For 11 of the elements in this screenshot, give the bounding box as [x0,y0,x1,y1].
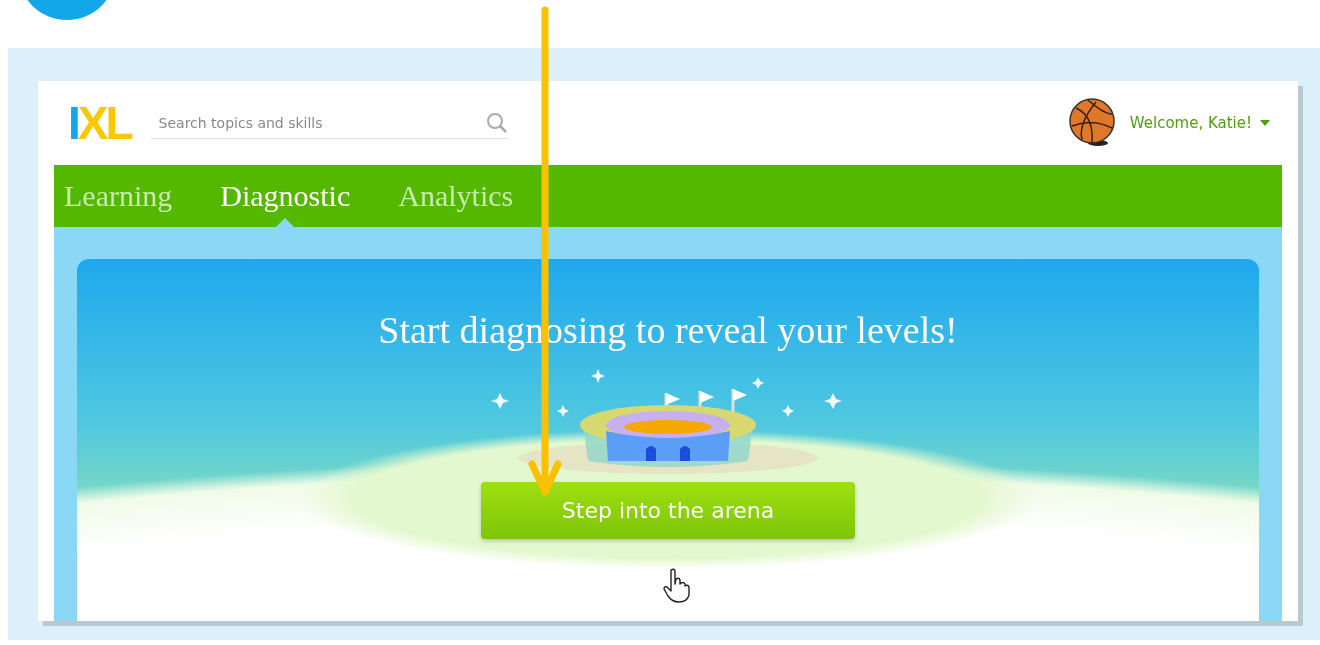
step-into-arena-button[interactable]: Step into the arena [481,482,855,539]
nav-tab[interactable]: Diagnostic [220,165,351,227]
caret-icon [1260,120,1270,126]
logo[interactable]: IXL [68,103,131,143]
search-field[interactable]: Search topics and skills [150,107,508,139]
nav-tab[interactable]: Analytics [398,165,514,227]
hand-cursor-icon [662,568,692,604]
basketball-icon[interactable] [1067,98,1118,148]
search-input[interactable]: Search topics and skills [150,114,486,131]
user-menu[interactable]: Welcome, Katie! [1129,114,1270,132]
nav-tab[interactable]: Learning [64,165,173,227]
